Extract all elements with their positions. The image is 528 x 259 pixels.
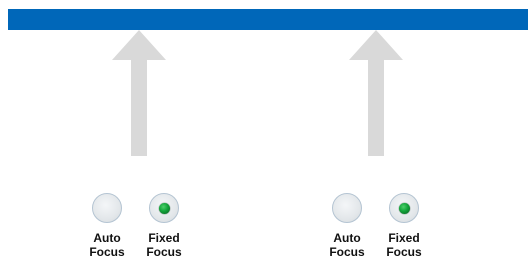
fixed-focus-label-line2: Focus (386, 245, 422, 259)
auto-focus-label-line1: Auto (333, 231, 361, 245)
fixed-focus-label: Fixed Focus (139, 231, 189, 259)
fixed-focus-indicator (389, 193, 419, 223)
up-arrow-icon (349, 30, 403, 156)
green-led-icon (158, 202, 170, 214)
fixed-focus-label-line1: Fixed (148, 231, 180, 245)
fixed-focus-label-line2: Focus (146, 245, 182, 259)
top-bar (8, 9, 528, 30)
up-arrow-icon (112, 30, 166, 156)
auto-focus-label: Auto Focus (322, 231, 372, 259)
up-arrow-shape (349, 30, 403, 156)
auto-focus-label-line1: Auto (93, 231, 121, 245)
fixed-focus-label-line1: Fixed (388, 231, 420, 245)
auto-focus-label-line2: Focus (89, 245, 125, 259)
auto-focus-indicator (92, 193, 122, 223)
auto-focus-label-line2: Focus (329, 245, 365, 259)
green-led-icon (398, 202, 410, 214)
fixed-focus-label: Fixed Focus (379, 231, 429, 259)
auto-focus-indicator (332, 193, 362, 223)
fixed-focus-indicator (149, 193, 179, 223)
up-arrow-shape (112, 30, 166, 156)
auto-focus-label: Auto Focus (82, 231, 132, 259)
